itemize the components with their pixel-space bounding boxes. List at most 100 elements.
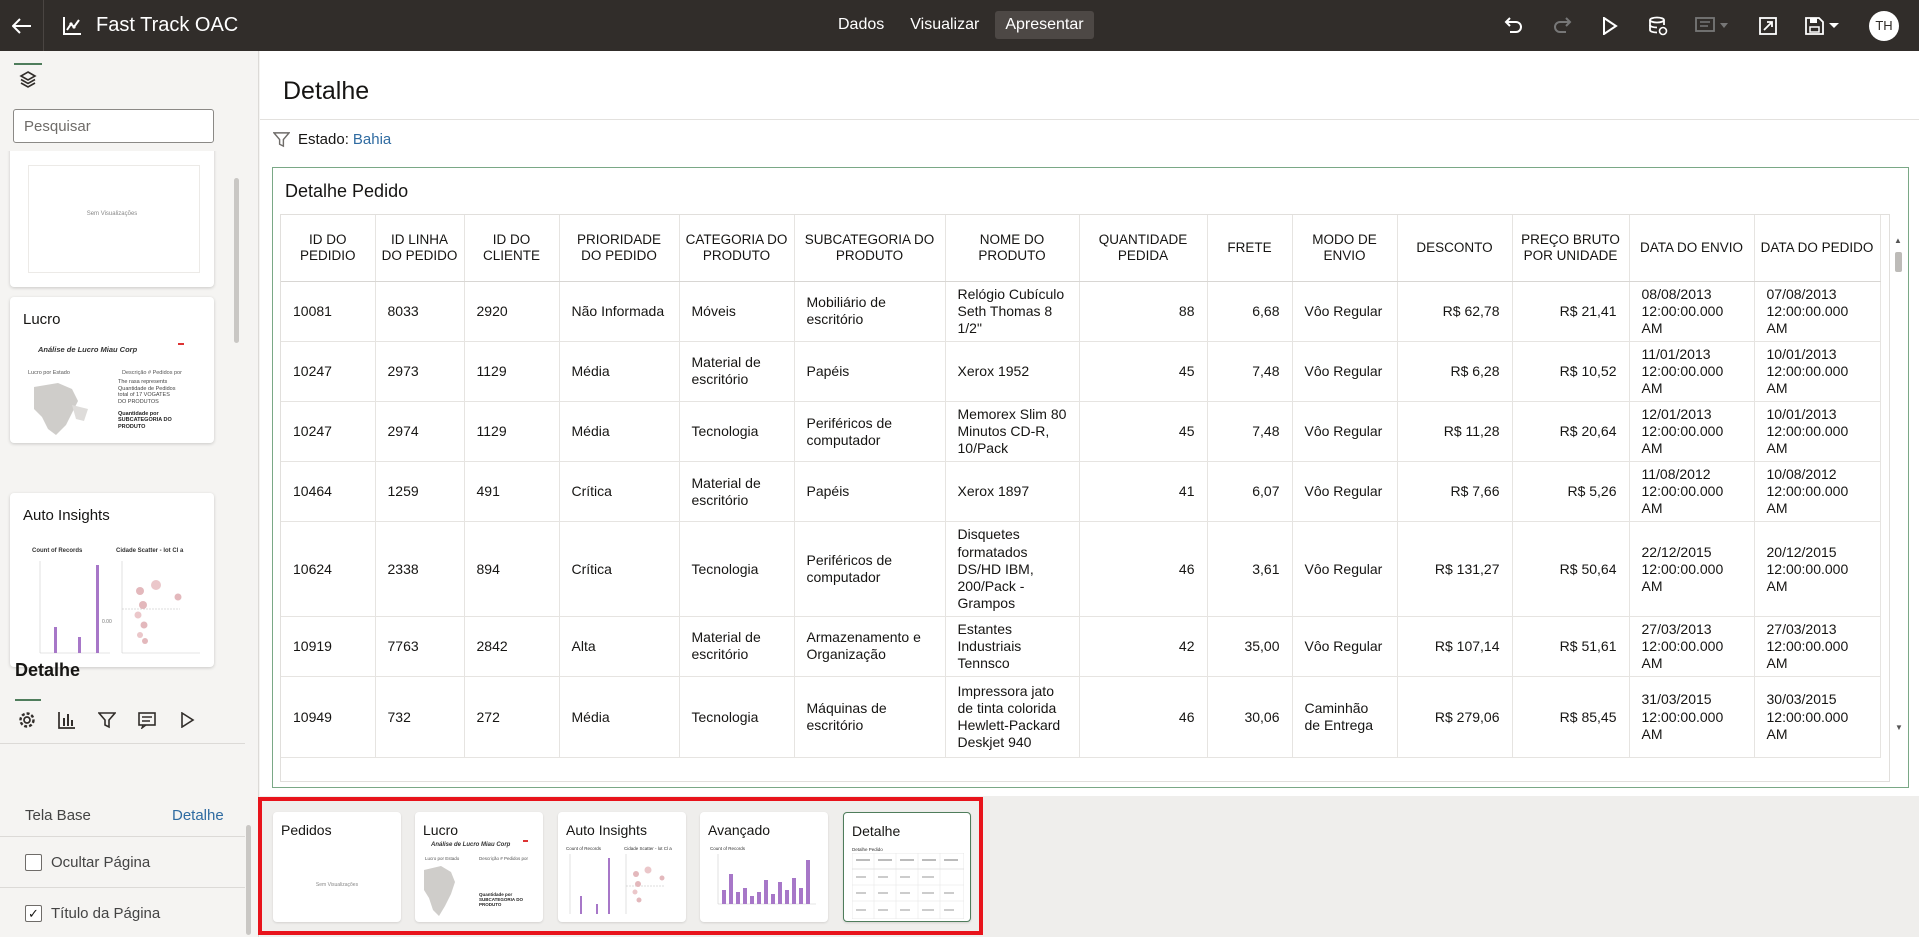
table-row[interactable]: 10247 2974 1129 Média Tecnologia Periféricos …: [281, 401, 1881, 463]
column-header[interactable]: CATEGORIA DO PRODUTO: [679, 215, 795, 282]
table-cell: 2974: [375, 401, 465, 463]
bar-chart-icon[interactable]: [55, 708, 79, 732]
base-canvas-label: Tela Base: [25, 807, 91, 824]
table-cell: 11/08/2012 12:00:00.000 AM: [1629, 461, 1755, 523]
notes-icon[interactable]: [135, 708, 159, 732]
table-cell: 41: [1079, 461, 1208, 523]
table-cell: Vôo Regular: [1292, 341, 1398, 402]
thumbnail-list: Sem Visualizações Lucro Análise de Lucro…: [0, 151, 230, 681]
table-row[interactable]: 10464 1259 491 Crítica Material de escritóri…: [281, 461, 1881, 523]
thumbnail-card[interactable]: Auto Insights Count of Records Cidade Sc…: [10, 493, 214, 667]
column-header[interactable]: ID DO PEDIDIO: [281, 215, 376, 282]
table-cell: R$ 11,28: [1397, 401, 1513, 463]
tab-visualizar[interactable]: Visualizar: [900, 11, 989, 39]
column-header[interactable]: DATA DO ENVIO: [1629, 215, 1755, 282]
panel-scrollbar[interactable]: [246, 825, 251, 935]
table-cell: R$ 5,26: [1512, 461, 1630, 523]
table-cell: 732: [375, 676, 465, 759]
table-cell: 35,00: [1207, 616, 1293, 678]
thumbnail-card[interactable]: Lucro Análise de Lucro Miau Corp Lucro p…: [10, 297, 214, 443]
table-cell: 45: [1079, 341, 1208, 402]
thumbnail-label: Descrição # Pedidos por: [122, 370, 182, 376]
export-icon[interactable]: [1755, 13, 1781, 39]
comment-icon[interactable]: [1693, 13, 1733, 39]
table-cell: 10949: [281, 676, 376, 759]
undo-icon[interactable]: [1501, 13, 1527, 39]
scroll-down-icon[interactable]: ▼: [1895, 723, 1903, 732]
column-header[interactable]: DESCONTO: [1397, 215, 1513, 282]
base-canvas-value[interactable]: Detalhe: [172, 807, 224, 824]
table-cell: Xerox 1952: [945, 341, 1080, 402]
table-cell: Material de escritório: [679, 461, 795, 523]
table-cell: R$ 85,45: [1512, 676, 1630, 759]
thumbnail-caption: Análise de Lucro Miau Corp: [38, 345, 138, 354]
title-divider: [260, 119, 1919, 120]
table-cell: 30/03/2015 12:00:00.000 AM: [1754, 676, 1881, 759]
table-cell: Estantes Industriais Tennsco: [945, 616, 1080, 678]
table-cell: 10247: [281, 401, 376, 463]
column-header[interactable]: ID DO CLIENTE: [464, 215, 560, 282]
table-cell: Vôo Regular: [1292, 281, 1398, 342]
table-cell: Disquetes formatados DS/HD IBM, 200/Pack…: [945, 521, 1080, 617]
column-header[interactable]: ID LINHA DO PEDIDO: [375, 215, 465, 282]
chart-thumbnail: [39, 561, 200, 654]
filter-row[interactable]: Estado: Bahia: [273, 131, 391, 148]
detail-table-viz[interactable]: Detalhe Pedido ID DO PEDIDIO ID LINHA DO …: [272, 167, 1909, 788]
table-cell: Média: [559, 676, 680, 759]
back-arrow-icon[interactable]: [0, 0, 44, 51]
thumbnail-tick: 0.00: [102, 619, 112, 625]
tab-apresentar[interactable]: Apresentar: [995, 11, 1094, 39]
column-header[interactable]: QUANTIDADE PEDIDA: [1079, 215, 1208, 282]
layers-icon[interactable]: [14, 63, 42, 93]
table-cell: Alta: [559, 616, 680, 678]
canvas: Detalhe Estado: Bahia Detalhe Pedido ID …: [260, 51, 1919, 796]
thumbnail-label: Count of Records: [32, 548, 83, 554]
table-row[interactable]: 10247 2973 1129 Média Material de escritório…: [281, 341, 1881, 402]
filter-icon[interactable]: [95, 708, 119, 732]
table-container: ID DO PEDIDIO ID LINHA DO PEDIDO ID DO CLI…: [280, 214, 1890, 782]
table-cell: 12/01/2013 12:00:00.000 AM: [1629, 401, 1755, 463]
column-header[interactable]: NOME DO PRODUTO: [945, 215, 1080, 282]
column-header[interactable]: PREÇO BRUTO POR UNIDADE: [1512, 215, 1630, 282]
table-row[interactable]: 10624 2338 894 Crítica Tecnologia Periféricos…: [281, 521, 1881, 617]
table-cell: 2920: [464, 281, 560, 342]
thumbnail-card[interactable]: Sem Visualizações: [10, 151, 214, 287]
divider: [0, 743, 245, 744]
play-icon[interactable]: [175, 708, 199, 732]
page-title-checkbox[interactable]: ✓: [25, 905, 42, 922]
column-header[interactable]: DATA DO PEDIDO: [1754, 215, 1881, 282]
filter-value[interactable]: Bahia: [353, 131, 391, 148]
redo-icon[interactable]: [1549, 13, 1575, 39]
column-header[interactable]: FRETE: [1207, 215, 1293, 282]
table-cell: 27/03/2013 12:00:00.000 AM: [1754, 616, 1881, 678]
scroll-thumb[interactable]: [1895, 252, 1902, 272]
table-cell: R$ 131,27: [1397, 521, 1513, 617]
search-input[interactable]: Pesquisar: [13, 109, 214, 143]
column-header[interactable]: SUBCATEGORIA DO PRODUTO: [794, 215, 946, 282]
play-icon[interactable]: [1597, 13, 1623, 39]
table-row[interactable]: 10919 7763 2842 Alta Material de escritório A…: [281, 616, 1881, 678]
table-cell: Papéis: [794, 341, 946, 402]
thumbnail-scrollbar[interactable]: [234, 178, 239, 343]
column-header[interactable]: PRIORIDADE DO PEDIDO: [559, 215, 680, 282]
table-cell: R$ 50,64: [1512, 521, 1630, 617]
save-icon[interactable]: [1803, 13, 1843, 39]
gear-icon[interactable]: [15, 708, 39, 732]
table-cell: 1259: [375, 461, 465, 523]
scroll-up-icon[interactable]: ▲: [1893, 236, 1903, 245]
column-header[interactable]: MODO DE ENVIO: [1292, 215, 1398, 282]
user-avatar[interactable]: TH: [1869, 10, 1899, 41]
table-cell: Média: [559, 401, 680, 463]
table-cell: 11/01/2013 12:00:00.000 AM: [1629, 341, 1755, 402]
data-refresh-icon[interactable]: [1645, 13, 1671, 39]
table-cell: 22/12/2015 12:00:00.000 AM: [1629, 521, 1755, 617]
table-cell: R$ 279,06: [1397, 676, 1513, 759]
table-row[interactable]: 10081 8033 2920 Não Informada Móveis Mobiliár…: [281, 281, 1881, 342]
table-cell: Material de escritório: [679, 341, 795, 402]
table-scrollbar[interactable]: ▲ ▼: [1893, 236, 1903, 732]
table-row[interactable]: 10949 732 272 Média Tecnologia Máquinas de es…: [281, 676, 1881, 759]
page-title: Detalhe: [283, 77, 370, 105]
tab-dados[interactable]: Dados: [828, 11, 894, 39]
table-cell: Periféricos de computador: [794, 521, 946, 617]
hide-page-checkbox[interactable]: [25, 854, 42, 871]
